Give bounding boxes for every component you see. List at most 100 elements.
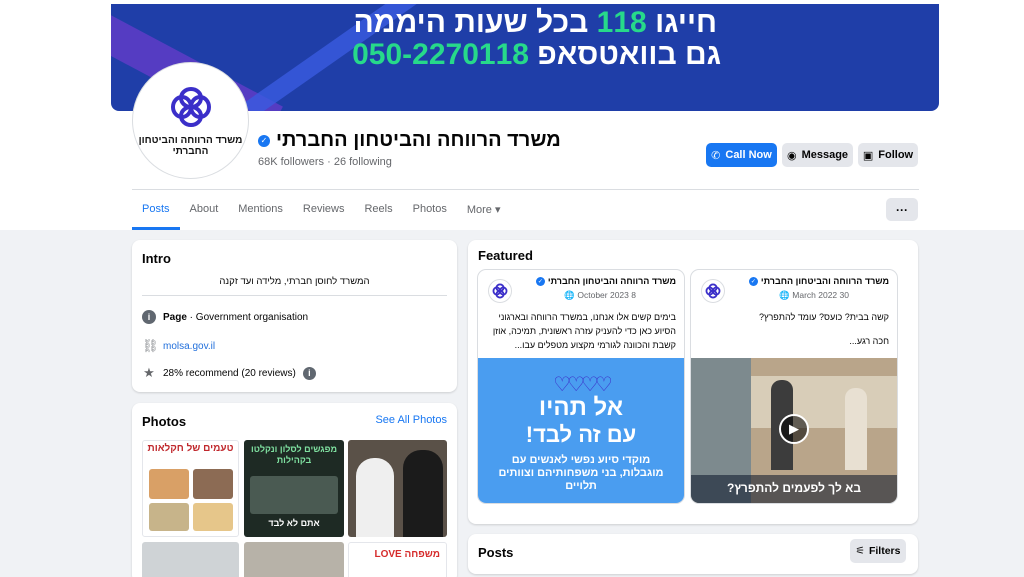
page-stats: 68K followers · 26 following xyxy=(258,156,392,168)
tab-mentions[interactable]: Mentions xyxy=(228,196,293,230)
posts-title: Posts xyxy=(478,545,514,560)
post-image-subtext: מוקדי סיוע נפשי לאנשים עם מוגבלות, בני מ… xyxy=(498,454,664,492)
intro-website: ⛓ molsa.gov.il xyxy=(142,338,215,354)
post-video[interactable]: ▶ בא לך לפעמים להתפרץ? xyxy=(691,358,897,503)
star-icon: ★ xyxy=(143,365,155,380)
filters-button[interactable]: ⚟ Filters xyxy=(850,539,906,563)
link-icon: ⛓ xyxy=(142,338,159,353)
photos-title: Photos xyxy=(142,414,187,429)
post-text-line: חכה רגע... xyxy=(849,336,889,346)
photo-caption: טעמים של חקלאות xyxy=(147,443,234,454)
tab-about[interactable]: About xyxy=(180,196,229,230)
photo-thumbnail[interactable]: טעמים של חקלאות xyxy=(142,440,239,537)
food-image xyxy=(193,503,233,531)
tab-more-label: More xyxy=(466,204,492,216)
call-now-button[interactable]: ✆ Call Now xyxy=(706,143,777,167)
post-image[interactable]: ♡♡♡♡ אל תהיו עם זה לבד! מוקדי סיוע נפשי … xyxy=(478,358,684,503)
person-image xyxy=(356,458,394,537)
intro-title: Intro xyxy=(142,251,171,266)
follow-button[interactable]: ▣ Follow xyxy=(858,143,918,167)
post-date-text: 8 October 2023 xyxy=(577,290,636,300)
featured-title: Featured xyxy=(478,248,533,263)
photo-caption: מפגשים לסלון ונקלטו בקהילות xyxy=(251,444,337,465)
ministry-logo-icon xyxy=(170,86,211,127)
featured-post[interactable]: משרד הרווחה והביטחון החברתי ✓ 30 March 2… xyxy=(691,270,897,503)
caret-down-icon: ▾ xyxy=(494,204,501,216)
tab-posts[interactable]: Posts xyxy=(132,196,180,230)
page-title: משרד הרווחה והביטחון החברתי ✓ xyxy=(258,129,561,152)
call-now-label: Call Now xyxy=(725,149,772,161)
photo-thumbnail[interactable]: משפחה LOVE xyxy=(348,542,447,577)
video-caption: בא לך לפעמים להתפרץ? xyxy=(691,475,897,503)
filters-icon: ⚟ xyxy=(855,545,865,557)
person-image xyxy=(403,450,443,537)
message-label: Message xyxy=(801,149,849,161)
divider xyxy=(132,189,919,190)
post-image-heading: עם זה לבד! xyxy=(525,422,637,447)
recommend-text: 28% recommend (20 reviews) xyxy=(163,367,296,379)
phone-icon: ✆ xyxy=(711,149,721,162)
food-image xyxy=(149,503,189,531)
photos-card: Photos See All Photos טעמים של חקלאות מפ… xyxy=(132,403,457,577)
website-link[interactable]: molsa.gov.il xyxy=(163,341,215,352)
follow-label: Follow xyxy=(878,149,914,161)
divider xyxy=(142,295,447,296)
cover-text-line1: חייגו 118 בכל שעות היממה xyxy=(353,6,717,39)
tab-photos[interactable]: Photos xyxy=(403,196,457,230)
intro-page-category: i Page · Government organisation xyxy=(142,310,308,324)
tab-reviews[interactable]: Reviews xyxy=(293,196,355,230)
post-author[interactable]: משרד הרווחה והביטחון החברתי ✓ xyxy=(486,276,676,286)
post-text: בימים קשים אלו אנחנו, במשרד הרווחה ובארג… xyxy=(492,312,676,350)
post-text: קשה בבית? כועס? עומד להתפרץ? חכה רגע... xyxy=(699,310,889,348)
page-category: · Government organisation xyxy=(186,311,309,323)
message-button[interactable]: ◉ Message xyxy=(782,143,853,167)
intro-recommend: ★ 28% recommend (20 reviews) i xyxy=(142,365,316,381)
photo-thumbnail[interactable]: מפגשים לסלון ונקלטו בקהילות אתם לא לבד xyxy=(244,440,344,537)
photo-caption: אתם לא לבד xyxy=(268,518,320,528)
food-image xyxy=(149,469,189,499)
post-date[interactable]: 8 October 2023 🌐 xyxy=(486,290,676,301)
photo-thumbnail[interactable] xyxy=(142,542,239,577)
info-icon[interactable]: i xyxy=(302,366,316,380)
verified-badge-icon: ✓ xyxy=(535,276,545,286)
post-date-text: 30 March 2022 xyxy=(792,290,849,300)
globe-icon: 🌐 xyxy=(564,290,575,300)
verified-badge-icon: ✓ xyxy=(748,276,758,286)
photo-caption: משפחה LOVE xyxy=(374,549,440,560)
intro-card: Intro המשרד לחוסן חברתי, מלידה ועד זקנה … xyxy=(132,240,457,392)
post-text-line: קשה בבית? כועס? עומד להתפרץ? xyxy=(758,312,889,322)
page-title-text: משרד הרווחה והביטחון החברתי xyxy=(276,129,561,151)
featured-post[interactable]: משרד הרווחה והביטחון החברתי ✓ 8 October … xyxy=(478,270,684,503)
info-icon: i xyxy=(142,310,156,324)
globe-icon: 🌐 xyxy=(779,290,790,300)
person-image xyxy=(845,388,867,470)
photo-thumbnail[interactable] xyxy=(244,542,344,577)
play-icon[interactable]: ▶ xyxy=(779,414,809,444)
verified-badge-icon: ✓ xyxy=(258,134,270,147)
tab-reels[interactable]: Reels xyxy=(354,196,402,230)
filters-label: Filters xyxy=(868,545,901,557)
more-options-button[interactable]: ··· xyxy=(886,198,918,221)
following-link[interactable]: 26 following xyxy=(334,156,392,168)
followers-link[interactable]: 68K followers xyxy=(258,156,324,168)
follow-icon: ▣ xyxy=(862,149,874,162)
post-author-name: משרד הרווחה והביטחון החברתי xyxy=(760,276,889,286)
see-all-photos-link[interactable]: See All Photos xyxy=(375,414,447,426)
photo-thumbnail[interactable] xyxy=(348,440,447,537)
post-author-name: משרד הרווחה והביטחון החברתי xyxy=(547,276,676,286)
people-image xyxy=(250,476,338,514)
post-author[interactable]: משרד הרווחה והביטחון החברתי ✓ xyxy=(699,276,889,286)
cover-text-line2: גם בוואטסאפ 050-2270118 xyxy=(352,38,721,71)
avatar-text: משרד הרווחה והביטחון החברתי xyxy=(138,134,243,157)
messenger-icon: ◉ xyxy=(786,149,797,162)
post-date[interactable]: 30 March 2022 🌐 xyxy=(699,290,889,301)
featured-card: Featured משרד הרווחה והביטחון החברתי ✓ 8… xyxy=(468,240,918,524)
page-tabs: Posts About Mentions Reviews Reels Photo… xyxy=(132,196,511,230)
intro-bio: המשרד לחוסן חברתי, מלידה ועד זקנה xyxy=(219,276,370,287)
page-label: Page xyxy=(163,311,187,323)
posts-card: Posts ⚟ Filters xyxy=(468,534,918,574)
post-image-heading: אל תהיו xyxy=(538,394,624,421)
tab-more[interactable]: More ▾ xyxy=(457,196,511,230)
profile-avatar[interactable]: משרד הרווחה והביטחון החברתי xyxy=(133,63,248,178)
food-image xyxy=(193,469,233,499)
